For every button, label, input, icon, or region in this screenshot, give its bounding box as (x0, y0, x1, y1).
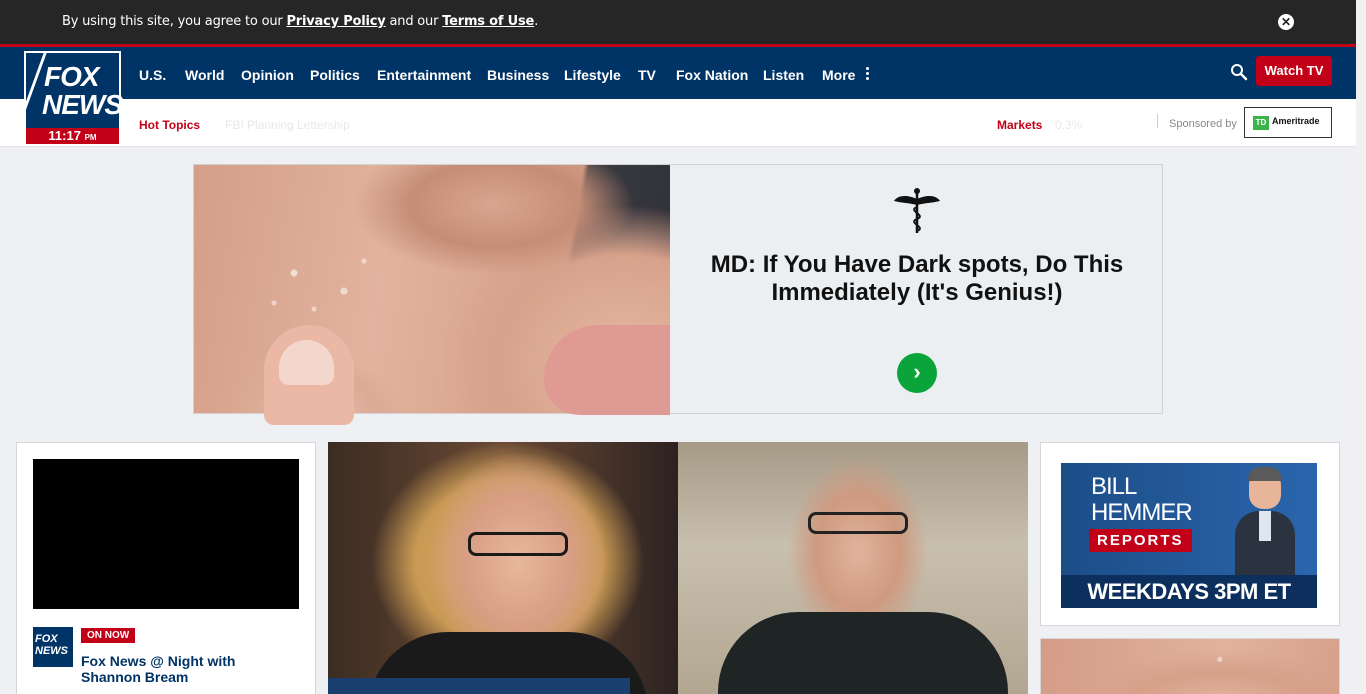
cookie-consent-bar: By using this site, you agree to our Pri… (0, 0, 1356, 44)
promo-reports-badge: REPORTS (1089, 529, 1192, 552)
cookie-message-middle: and our (385, 14, 443, 29)
nav-item-entertainment[interactable]: Entertainment (377, 67, 471, 83)
caduceus-icon (894, 188, 940, 233)
markets-label[interactable]: Markets (997, 118, 1042, 132)
watch-tv-button[interactable]: Watch TV (1256, 56, 1332, 86)
top-story-image[interactable] (328, 442, 1028, 694)
on-now-badge: ON NOW (81, 628, 136, 643)
show-title-link[interactable]: Fox News @ Night with Shannon Bream (81, 653, 281, 685)
show-promo-card[interactable]: BILL HEMMER REPORTS WEEKDAYS 3PM ET (1040, 442, 1340, 626)
cookie-message-prefix: By using this site, you agree to our (62, 14, 287, 29)
photo-glasses (808, 512, 908, 534)
ad-photo (194, 165, 670, 425)
anchor-portrait (1235, 467, 1295, 579)
story-photo-left (328, 442, 678, 694)
bill-hemmer-promo[interactable]: BILL HEMMER REPORTS WEEKDAYS 3PM ET (1061, 463, 1317, 608)
logo-clock: 11:17 PM (26, 128, 119, 144)
nav-item-lifestyle[interactable]: Lifestyle (564, 67, 621, 83)
nav-item-more[interactable]: More (822, 67, 855, 83)
privacy-policy-link[interactable]: Privacy Policy (286, 14, 385, 29)
logo-news-text: NEWS (42, 89, 123, 120)
promo-line-hemmer: HEMMER (1091, 499, 1193, 526)
fox-news-logo[interactable]: FOX NEWS 11:17 PM (16, 51, 123, 144)
fox-news-channel-logo: FOX NEWS (33, 627, 73, 667)
search-icon[interactable] (1230, 63, 1248, 81)
promo-line-bill: BILL (1091, 473, 1137, 500)
nav-item-fox-nation[interactable]: Fox Nation (676, 67, 748, 83)
photo-uniform (718, 612, 1008, 694)
hot-topics-ticker[interactable]: FBI Planning Lettership (225, 118, 350, 132)
ameritrade-wordmark: Ameritrade (1272, 116, 1320, 126)
nav-item-listen[interactable]: Listen (763, 67, 804, 83)
logo-mark: FOX NEWS (16, 53, 123, 128)
cookie-message: By using this site, you agree to our Pri… (62, 14, 538, 29)
ad-photo-sparkle (234, 225, 434, 345)
anchor-hair (1248, 467, 1282, 481)
terms-of-use-link[interactable]: Terms of Use (442, 14, 534, 29)
anchor-shirt (1259, 511, 1271, 541)
td-ameritrade-logo[interactable]: TD Ameritrade (1244, 107, 1332, 138)
advertisement-banner[interactable]: MD: If You Have Dark spots, Do This Imme… (193, 164, 1164, 425)
nav-item-politics[interactable]: Politics (310, 67, 360, 83)
video-player[interactable] (33, 459, 299, 609)
story-photo-right (678, 442, 1028, 694)
ad-headline[interactable]: MD: If You Have Dark spots, Do This Imme… (670, 251, 1164, 307)
ad-arrow-button[interactable]: › (897, 353, 937, 393)
photo-glasses (468, 532, 568, 556)
nav-item-tv[interactable]: TV (638, 67, 656, 83)
main-navigation: U.S. World Opinion Politics Entertainmen… (0, 47, 1356, 99)
promo-schedule: WEEKDAYS 3PM ET (1061, 575, 1317, 608)
clock-meridiem: PM (84, 133, 97, 142)
ad-photo-lips (544, 325, 670, 415)
mini-logo-news: NEWS (35, 645, 68, 657)
markets-ticker[interactable]: 0.3% (1055, 118, 1082, 132)
nav-item-business[interactable]: Business (487, 67, 549, 83)
nav-item-us[interactable]: U.S. (139, 67, 166, 83)
nav-item-opinion[interactable]: Opinion (241, 67, 294, 83)
sub-navigation: Hot Topics FBI Planning Lettership Marke… (0, 99, 1356, 147)
story-headline-banner (328, 678, 630, 694)
sidebar-ad-image[interactable] (1040, 638, 1340, 694)
sponsored-by-label: Sponsored by (1169, 118, 1237, 130)
hot-topics-label[interactable]: Hot Topics (139, 118, 200, 132)
page-scrollbar[interactable] (1356, 0, 1366, 694)
live-video-card: FOX NEWS ON NOW Fox News @ Night with Sh… (16, 442, 316, 694)
close-icon[interactable]: ✕ (1278, 14, 1294, 30)
subnav-divider (1157, 114, 1158, 128)
nav-item-world[interactable]: World (185, 67, 224, 83)
cookie-message-suffix: . (534, 14, 539, 29)
more-dots-icon[interactable] (866, 67, 870, 81)
mini-logo-fox: FOX (35, 633, 58, 645)
td-mark: TD (1253, 116, 1269, 130)
logo-fox-text: FOX (44, 61, 100, 92)
clock-time: 11:17 (48, 128, 81, 143)
